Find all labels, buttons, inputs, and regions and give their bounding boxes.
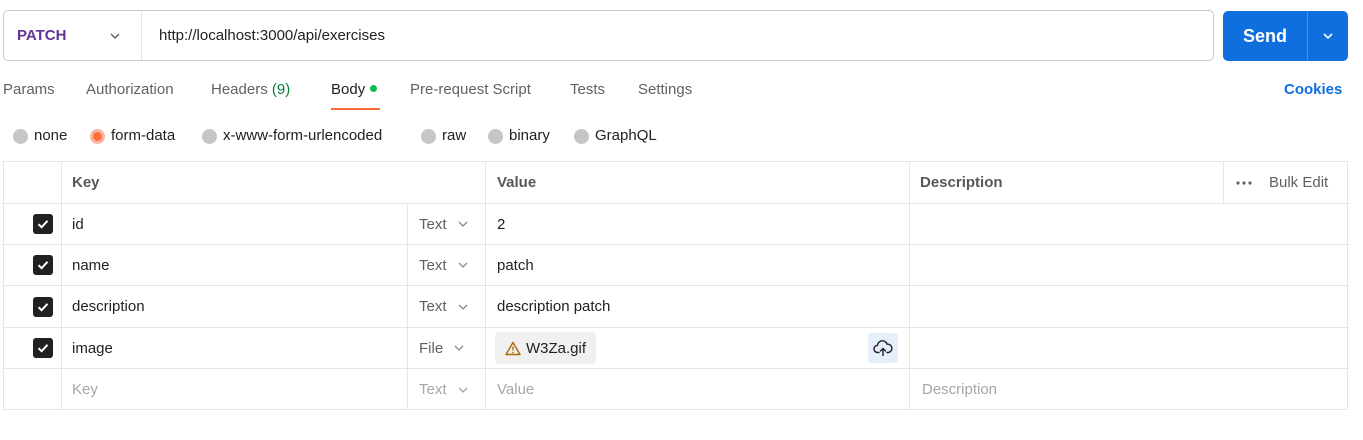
body-type-none[interactable]: none <box>13 124 67 148</box>
row-type-label: File <box>419 339 444 357</box>
table-row: name Text patch <box>4 245 1349 286</box>
body-type-form-data-label: form-data <box>111 127 176 144</box>
request-url-bar: PATCH <box>3 10 1214 61</box>
chevron-down-icon <box>458 221 467 227</box>
more-horizontal-icon <box>1236 180 1252 185</box>
new-value-input[interactable]: Value <box>497 369 534 410</box>
file-chip[interactable]: W3Za.gif <box>495 332 597 364</box>
file-name: W3Za.gif <box>526 339 587 357</box>
cloud-upload-icon <box>873 340 893 357</box>
bulk-edit-label: Bulk Edit <box>1269 174 1329 191</box>
tab-body[interactable]: Body <box>331 76 378 104</box>
body-type-binary[interactable]: binary <box>488 124 550 148</box>
table-row-new: Key Text Value Description <box>4 369 1349 410</box>
radio-icon <box>13 128 28 144</box>
row-enabled-checkbox[interactable] <box>33 338 53 358</box>
column-header-value: Value <box>497 174 537 191</box>
row-type-label: Text <box>419 256 447 274</box>
body-type-urlencoded-label: x-www-form-urlencoded <box>223 127 383 144</box>
row-type-dropdown[interactable]: Text <box>419 216 469 233</box>
column-header-key: Key <box>72 174 100 191</box>
tab-params[interactable]: Params <box>3 76 55 104</box>
body-type-raw-label: raw <box>442 127 467 144</box>
chevron-down-icon <box>110 33 120 39</box>
send-button[interactable]: Send <box>1223 11 1307 61</box>
checkmark-icon <box>37 261 49 270</box>
tab-headers[interactable]: Headers (9) <box>211 76 290 104</box>
new-description-input[interactable]: Description <box>922 369 997 410</box>
active-tab-indicator <box>331 108 380 110</box>
row-key[interactable]: description <box>72 286 145 327</box>
upload-file-button[interactable] <box>868 333 898 363</box>
method-label: PATCH <box>17 27 67 44</box>
send-options-button[interactable] <box>1307 11 1348 61</box>
checkmark-icon <box>37 220 49 229</box>
row-enabled-checkbox[interactable] <box>33 214 53 234</box>
tab-settings[interactable]: Settings <box>638 76 692 104</box>
body-type-binary-label: binary <box>509 127 550 144</box>
chevron-down-icon <box>458 387 467 393</box>
radio-selected-icon <box>90 128 105 144</box>
row-enabled-checkbox[interactable] <box>33 255 53 275</box>
body-type-graphql[interactable]: GraphQL <box>574 124 657 148</box>
chevron-down-icon <box>1323 33 1333 40</box>
body-active-dot <box>370 85 378 92</box>
body-type-form-data[interactable]: form-data <box>90 124 175 148</box>
table-row: image File W3Za.gif <box>4 328 1349 369</box>
body-type-graphql-label: GraphQL <box>595 127 657 144</box>
new-key-input[interactable]: Key <box>72 369 98 410</box>
table-row: description Text description patch <box>4 286 1349 328</box>
tab-body-label: Body <box>331 81 366 98</box>
radio-icon <box>202 128 217 144</box>
warning-icon <box>505 341 521 355</box>
method-dropdown[interactable]: PATCH <box>4 11 142 60</box>
row-key[interactable]: image <box>72 328 113 368</box>
column-header-description: Description <box>920 174 1003 191</box>
row-enabled-checkbox[interactable] <box>33 296 53 317</box>
radio-icon <box>421 128 436 144</box>
row-type-label: Text <box>419 215 447 233</box>
url-input[interactable] <box>142 11 1213 60</box>
checkmark-icon <box>37 344 49 353</box>
headers-count-badge: (9) <box>271 81 291 98</box>
send-button-group: Send <box>1223 11 1348 61</box>
tab-tests[interactable]: Tests <box>570 76 605 104</box>
cookies-link[interactable]: Cookies <box>1284 76 1342 104</box>
row-type-dropdown[interactable]: Text <box>419 257 469 274</box>
body-type-none-label: none <box>34 127 68 144</box>
row-type-dropdown[interactable]: File <box>419 340 465 357</box>
chevron-down-icon <box>458 262 467 268</box>
row-key[interactable]: id <box>72 204 84 244</box>
table-row: id Text 2 <box>4 204 1349 245</box>
new-row-type-dropdown[interactable]: Text <box>419 381 469 398</box>
body-type-raw[interactable]: raw <box>421 124 466 148</box>
checkmark-icon <box>37 302 49 312</box>
chevron-down-icon <box>458 304 467 310</box>
new-row-type-label: Text <box>419 381 447 398</box>
tab-prerequest-script[interactable]: Pre-request Script <box>410 76 531 104</box>
tab-headers-label: Headers <box>211 81 268 98</box>
row-key[interactable]: name <box>72 245 110 285</box>
radio-icon <box>488 128 503 144</box>
tab-authorization[interactable]: Authorization <box>86 76 174 104</box>
row-value[interactable]: description patch <box>497 286 610 327</box>
row-type-label: Text <box>419 298 447 315</box>
body-type-urlencoded[interactable]: x-www-form-urlencoded <box>202 124 382 148</box>
table-header-row: Key Value Description Bulk Edit <box>4 162 1349 204</box>
row-value[interactable]: 2 <box>497 204 505 244</box>
bulk-edit-button[interactable]: Bulk Edit <box>1236 174 1328 191</box>
radio-icon <box>574 128 589 144</box>
row-type-dropdown[interactable]: Text <box>419 298 469 315</box>
chevron-down-icon <box>454 345 464 351</box>
row-value[interactable]: patch <box>497 245 534 285</box>
form-data-table: Key Value Description Bulk Edit id Text … <box>3 161 1349 410</box>
